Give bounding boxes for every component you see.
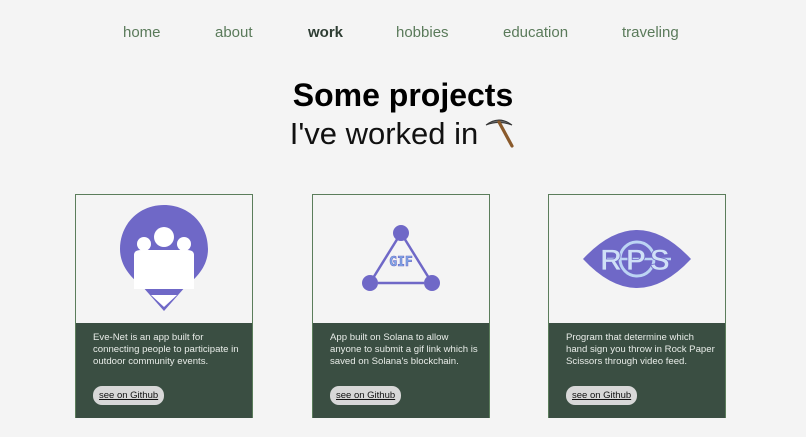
github-button[interactable]: see on Github (93, 386, 165, 405)
rps-logo-text: RPS (600, 244, 674, 277)
project-logo (76, 195, 252, 323)
project-description: Program that determine which hand sign y… (566, 332, 715, 367)
nav-education[interactable]: education (503, 24, 568, 41)
project-description: Eve-Net is an app built for connecting p… (93, 332, 239, 367)
nav-hobbies[interactable]: hobbies (396, 24, 449, 41)
gif-triangle-icon: GIF (362, 225, 440, 291)
project-body: Program that determine which hand sign y… (549, 323, 725, 418)
project-card-eve-net: Eve-Net is an app built for connecting p… (75, 194, 253, 418)
project-logo: GIF (313, 195, 489, 323)
gif-logo-text: GIF (389, 255, 413, 270)
page-title: Some projects (292, 77, 514, 113)
nav-home[interactable]: home (123, 24, 161, 41)
people-location-pin-icon (120, 205, 208, 311)
page-subtitle: I've worked in (0, 114, 806, 158)
project-card-gif: GIF App built on Solana to allow anyone … (312, 194, 490, 418)
project-body: App built on Solana to allow anyone to s… (313, 323, 489, 418)
project-card-rps: RPS Program that determine which hand si… (548, 194, 726, 418)
page-subtitle-text: I've worked in (289, 116, 479, 151)
pickaxe-icon (482, 116, 516, 158)
project-logo: RPS (549, 195, 725, 323)
nav-about[interactable]: about (215, 24, 253, 41)
page-heading: Some projects I've worked in (0, 76, 806, 158)
github-button[interactable]: see on Github (330, 386, 402, 405)
rps-eye-icon: RPS (583, 230, 691, 288)
nav-traveling[interactable]: traveling (622, 24, 679, 41)
project-body: Eve-Net is an app built for connecting p… (76, 323, 252, 418)
nav-work[interactable]: work (308, 24, 343, 41)
project-description: App built on Solana to allow anyone to s… (330, 332, 478, 367)
top-nav: home about work hobbies education travel… (0, 24, 806, 44)
github-button[interactable]: see on Github (566, 386, 638, 405)
